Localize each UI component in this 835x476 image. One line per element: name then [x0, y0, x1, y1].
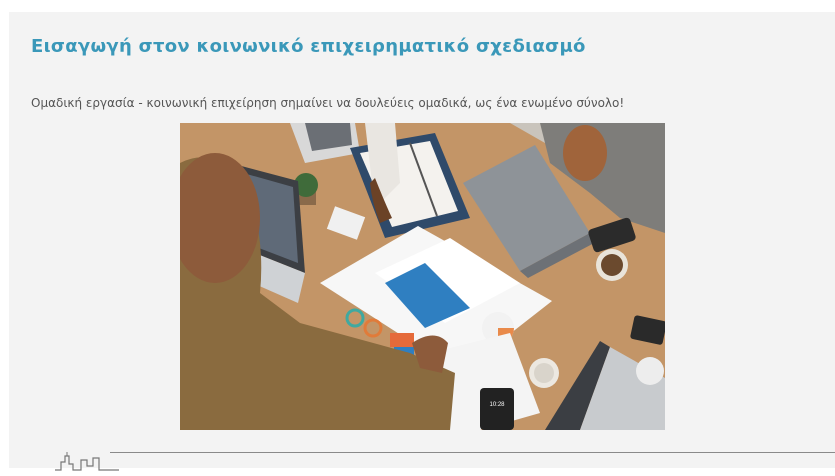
city-skyline-icon: [55, 452, 119, 476]
footer-divider: [110, 452, 835, 453]
slide: Εισαγωγή στον κοινωνικό επιχειρηματικό σ…: [9, 12, 835, 471]
slide-title: Εισαγωγή στον κοινωνικό επιχειρηματικό σ…: [31, 36, 586, 57]
photo-phone-time: 10:28: [489, 402, 505, 408]
slide-subtitle: Ομαδική εργασία - κοινωνική επιχείρηση σ…: [31, 96, 625, 110]
teamwork-photo: 10:28: [180, 123, 665, 430]
